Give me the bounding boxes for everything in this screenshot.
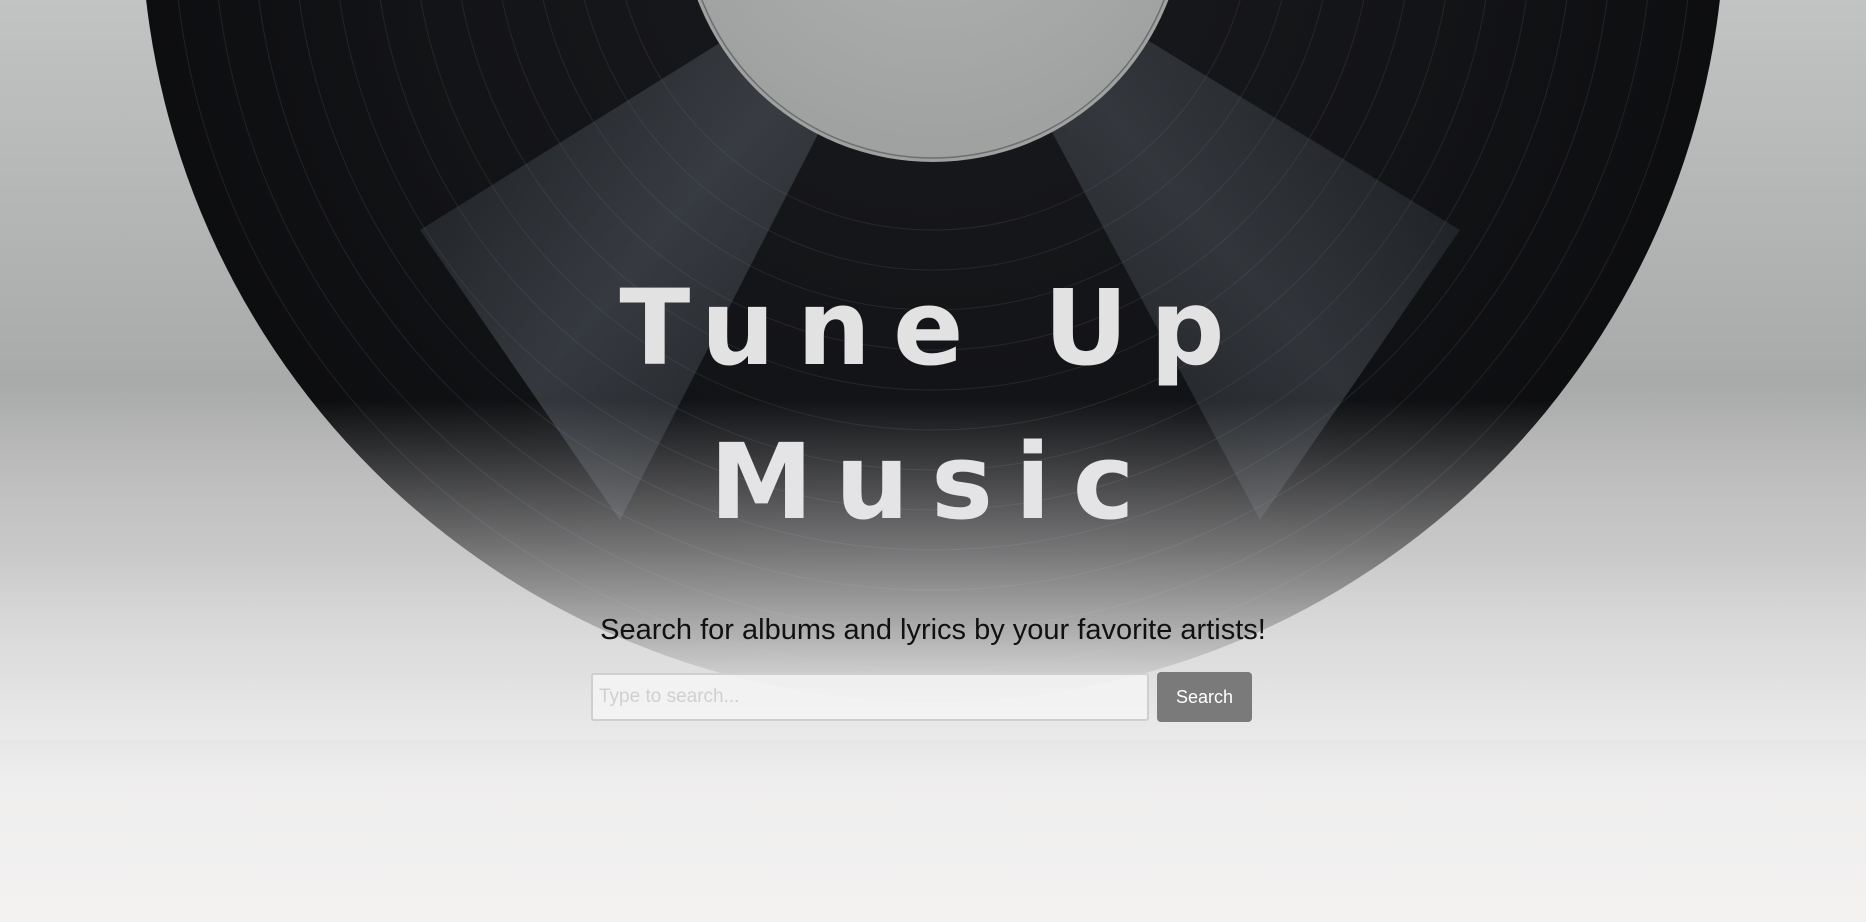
search-input[interactable] <box>591 673 1149 721</box>
hero-section: Tune Up Music Search for albums and lyri… <box>0 0 1866 922</box>
search-bar: Search <box>591 672 1252 722</box>
tagline: Search for albums and lyrics by your fav… <box>600 614 1266 646</box>
search-button[interactable]: Search <box>1157 672 1252 722</box>
site-title-line-2: Music <box>709 421 1157 543</box>
site-title-line-1: Tune Up <box>619 267 1247 389</box>
